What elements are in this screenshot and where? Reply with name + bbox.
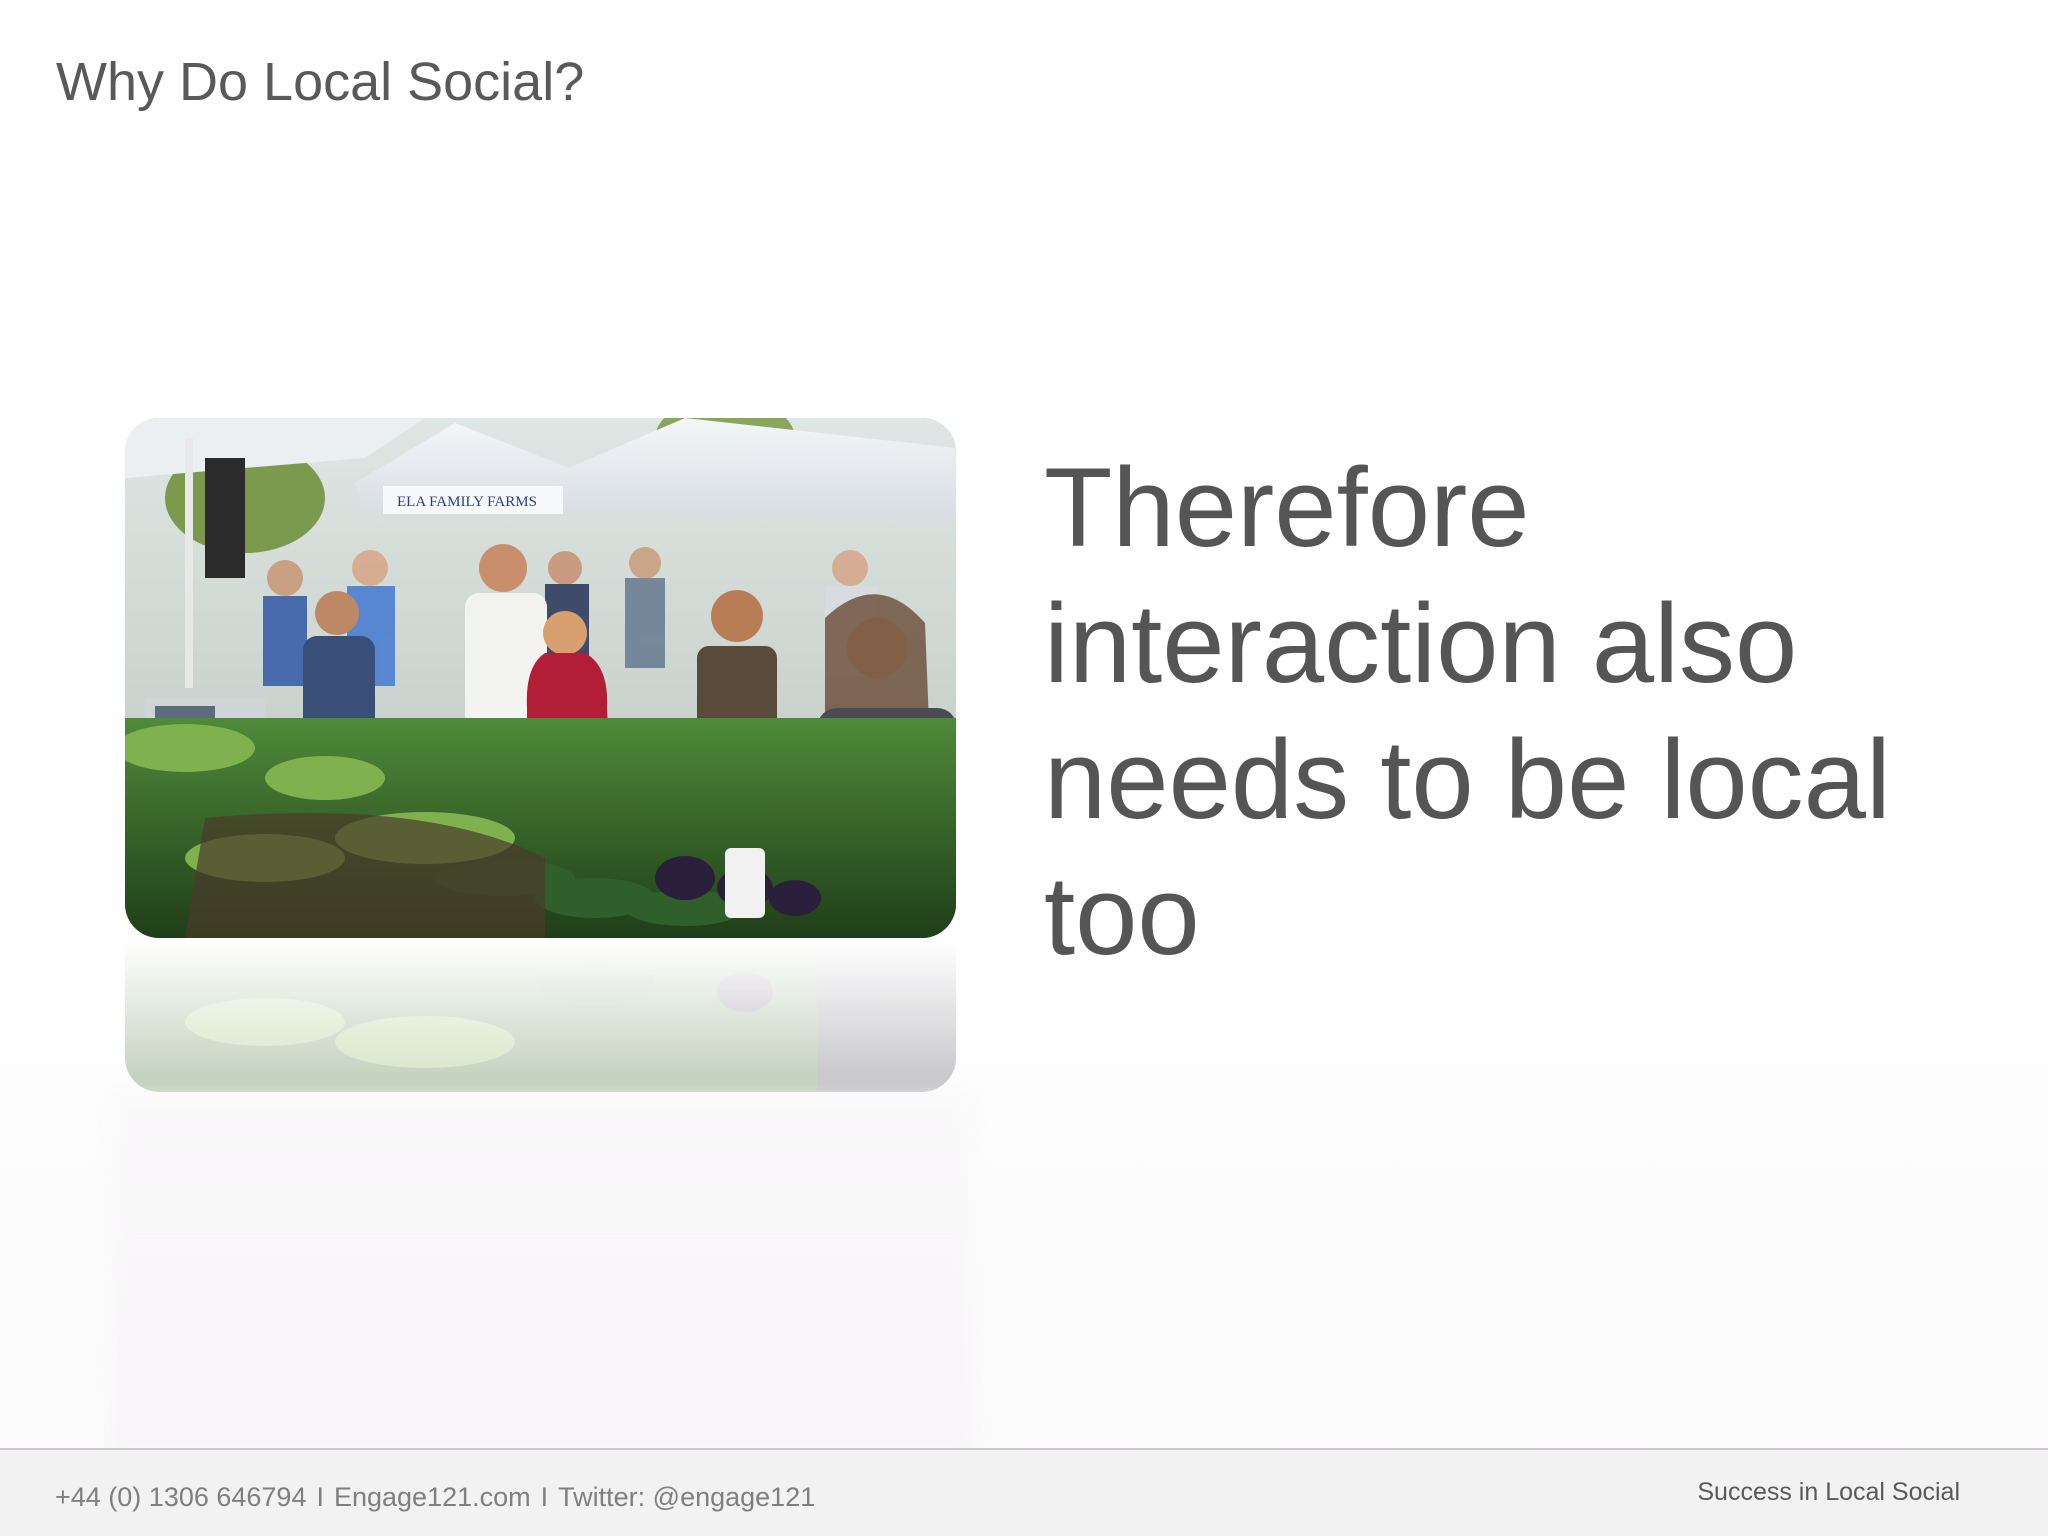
photo-reflection xyxy=(125,942,956,1092)
tent-sign: ELA FAMILY FARMS xyxy=(397,494,537,510)
footer-website-link[interactable]: Engage121.com xyxy=(334,1482,531,1512)
footer-contact: +44 (0) 1306 646794 I Engage121.com I Twitte… xyxy=(55,1480,815,1514)
photo-frame: ELA FAMILY FARMS xyxy=(125,418,956,938)
slide: Why Do Local Social? ELA FAMILY FARMS Th… xyxy=(0,0,2048,1536)
footer-tagline: Success in Local Social xyxy=(1697,1478,1960,1506)
footer-bar: +44 (0) 1306 646794 I Engage121.com I Twitte… xyxy=(0,1448,2048,1536)
slide-title: Why Do Local Social? xyxy=(56,52,585,112)
footer-phone: +44 (0) 1306 646794 xyxy=(55,1482,307,1512)
reflection-shade xyxy=(112,1090,972,1450)
farmers-market-photo: ELA FAMILY FARMS xyxy=(125,418,956,938)
footer-separator: I xyxy=(540,1482,549,1512)
farmers-market-illustration: ELA FAMILY FARMS xyxy=(125,418,956,938)
footer-twitter-link[interactable]: Twitter: @engage121 xyxy=(558,1482,815,1512)
footer-separator: I xyxy=(316,1482,324,1512)
headline-text: Therefore interaction also needs to be l… xyxy=(1044,445,1891,978)
